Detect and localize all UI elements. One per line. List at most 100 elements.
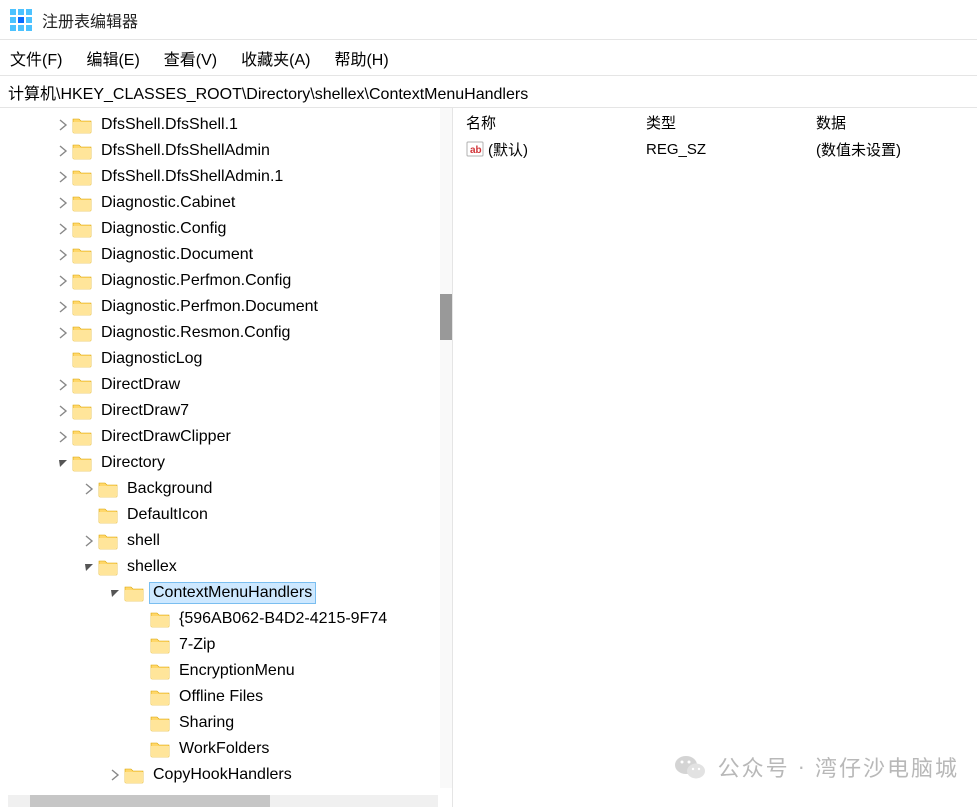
tree-item-label: WorkFolders (176, 739, 272, 759)
folder-icon (98, 480, 118, 498)
chevron-right-icon[interactable] (54, 379, 72, 391)
tree-item-label: DiagnosticLog (98, 349, 205, 369)
chevron-right-icon[interactable] (54, 145, 72, 157)
tree-row[interactable]: {596AB062-B4D2-4215-9F74 (0, 606, 440, 632)
tree-item-label: EncryptionMenu (176, 661, 298, 681)
registry-tree[interactable]: DfsShell.DfsShell.1 DfsShell.DfsShellAdmi… (0, 108, 440, 788)
tree-row[interactable]: DfsShell.DfsShell.1 (0, 112, 440, 138)
tree-item-label: Background (124, 479, 215, 499)
menu-edit[interactable]: 编辑(E) (86, 46, 139, 70)
menu-view[interactable]: 查看(V) (164, 46, 217, 70)
tree-row[interactable]: DefaultIcon (0, 502, 440, 528)
chevron-down-icon[interactable] (54, 457, 72, 469)
folder-icon (98, 532, 118, 550)
folder-icon (98, 506, 118, 524)
chevron-right-icon[interactable] (54, 197, 72, 209)
tree-vertical-scrollbar[interactable] (440, 108, 452, 788)
folder-icon (150, 740, 170, 758)
column-header-type[interactable]: 类型 (638, 108, 808, 137)
tree-item-label: CopyHookHandlers (150, 765, 295, 785)
chevron-right-icon[interactable] (54, 171, 72, 183)
scrollbar-thumb[interactable] (30, 795, 270, 807)
string-value-icon (466, 140, 484, 158)
chevron-down-icon[interactable] (80, 561, 98, 573)
window-title: 注册表编辑器 (42, 8, 138, 32)
chevron-right-icon[interactable] (54, 431, 72, 443)
tree-row[interactable]: Directory (0, 450, 440, 476)
tree-row[interactable]: DfsShell.DfsShellAdmin.1 (0, 164, 440, 190)
chevron-right-icon[interactable] (80, 535, 98, 547)
folder-icon (72, 194, 92, 212)
folder-icon (72, 454, 92, 472)
tree-row[interactable]: shellex (0, 554, 440, 580)
tree-row[interactable]: Diagnostic.Resmon.Config (0, 320, 440, 346)
chevron-right-icon[interactable] (54, 327, 72, 339)
tree-item-label: DfsShell.DfsShellAdmin (98, 141, 273, 161)
tree-item-label: DfsShell.DfsShellAdmin.1 (98, 167, 286, 187)
tree-row[interactable]: Sharing (0, 710, 440, 736)
tree-row[interactable]: shell (0, 528, 440, 554)
title-bar: 注册表编辑器 (0, 0, 977, 40)
tree-row[interactable]: DirectDraw (0, 372, 440, 398)
folder-icon (150, 714, 170, 732)
folder-icon (98, 558, 118, 576)
chevron-down-icon[interactable] (106, 587, 124, 599)
folder-icon (72, 350, 92, 368)
address-bar[interactable]: 计算机\HKEY_CLASSES_ROOT\Directory\shellex\… (0, 76, 977, 108)
tree-row[interactable]: DiagnosticLog (0, 346, 440, 372)
tree-row[interactable]: DfsShell.DfsShellAdmin (0, 138, 440, 164)
list-header[interactable]: 名称 类型 数据 (458, 108, 977, 136)
tree-item-label: shellex (124, 557, 180, 577)
tree-row[interactable]: 7-Zip (0, 632, 440, 658)
chevron-right-icon[interactable] (54, 223, 72, 235)
tree-item-label: Diagnostic.Perfmon.Document (98, 297, 321, 317)
scrollbar-thumb[interactable] (440, 294, 452, 340)
tree-row[interactable]: ContextMenuHandlers (0, 580, 440, 606)
tree-row[interactable]: EncryptionMenu (0, 658, 440, 684)
value-name: (默认) (488, 139, 528, 160)
column-header-data[interactable]: 数据 (808, 108, 977, 137)
tree-item-label: Diagnostic.Document (98, 245, 256, 265)
tree-item-label: Diagnostic.Cabinet (98, 193, 238, 213)
chevron-right-icon[interactable] (54, 405, 72, 417)
value-row[interactable]: (默认) REG_SZ(数值未设置) (458, 136, 977, 162)
tree-row[interactable]: WorkFolders (0, 736, 440, 762)
tree-row[interactable]: Diagnostic.Perfmon.Config (0, 268, 440, 294)
chevron-right-icon[interactable] (80, 483, 98, 495)
tree-item-label: DefaultIcon (124, 505, 211, 525)
tree-item-label: DirectDraw7 (98, 401, 192, 421)
folder-icon (72, 272, 92, 290)
tree-row[interactable]: Offline Files (0, 684, 440, 710)
tree-item-label: DfsShell.DfsShell.1 (98, 115, 241, 135)
tree-row[interactable]: Diagnostic.Config (0, 216, 440, 242)
folder-icon (72, 246, 92, 264)
tree-row[interactable]: Diagnostic.Document (0, 242, 440, 268)
menu-favorites[interactable]: 收藏夹(A) (241, 46, 310, 70)
folder-icon (150, 688, 170, 706)
value-type: REG_SZ (638, 137, 808, 162)
tree-row[interactable]: DirectDrawClipper (0, 424, 440, 450)
tree-row[interactable]: Diagnostic.Perfmon.Document (0, 294, 440, 320)
chevron-right-icon[interactable] (54, 119, 72, 131)
tree-horizontal-scrollbar[interactable] (8, 795, 438, 807)
menu-bar: 文件(F) 编辑(E) 查看(V) 收藏夹(A) 帮助(H) (0, 40, 977, 76)
folder-icon (72, 402, 92, 420)
menu-file[interactable]: 文件(F) (10, 46, 62, 70)
chevron-right-icon[interactable] (54, 275, 72, 287)
column-header-name[interactable]: 名称 (458, 108, 638, 137)
tree-item-label: Diagnostic.Perfmon.Config (98, 271, 294, 291)
tree-item-label: {596AB062-B4D2-4215-9F74 (176, 609, 390, 629)
tree-item-label: Directory (98, 453, 168, 473)
folder-icon (150, 662, 170, 680)
menu-help[interactable]: 帮助(H) (334, 46, 388, 70)
value-data: (数值未设置) (808, 135, 977, 164)
tree-row[interactable]: Diagnostic.Cabinet (0, 190, 440, 216)
chevron-right-icon[interactable] (54, 301, 72, 313)
tree-row[interactable]: DirectDraw7 (0, 398, 440, 424)
value-name-cell: (默认) (458, 135, 638, 164)
chevron-right-icon[interactable] (54, 249, 72, 261)
folder-icon (72, 428, 92, 446)
tree-row[interactable]: Background (0, 476, 440, 502)
tree-row[interactable]: CopyHookHandlers (0, 762, 440, 788)
chevron-right-icon[interactable] (106, 769, 124, 781)
